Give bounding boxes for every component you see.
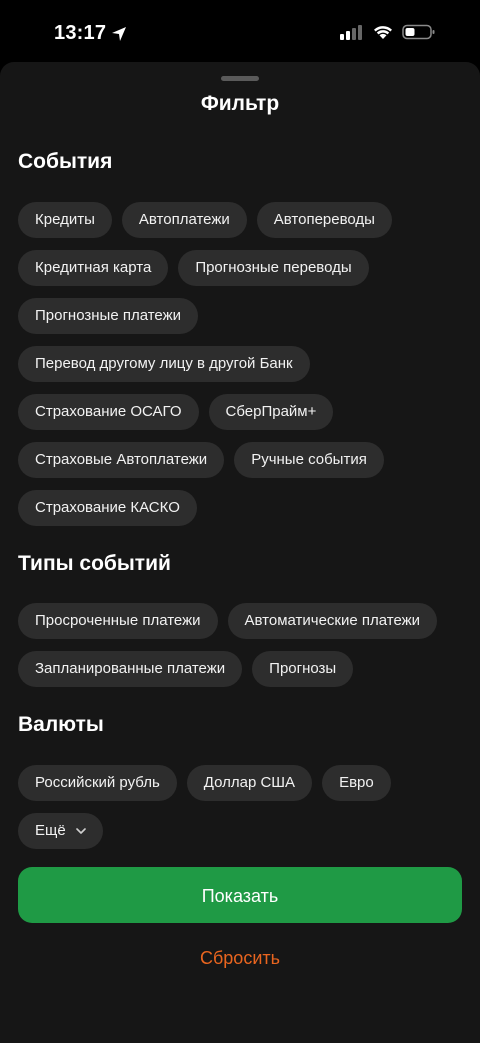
chip-row: Российский рубль Доллар США Евро [18, 765, 391, 801]
sheet-title: Фильтр [200, 92, 280, 115]
sheet-grabber[interactable] [221, 76, 259, 81]
filter-chip-transfer-other-bank[interactable]: Перевод другому лицу в другой Банк [18, 346, 310, 382]
battery-icon [402, 24, 435, 40]
filter-chip-scheduled-payments[interactable]: Запланированные платежи [18, 651, 243, 687]
chip-row: Перевод другому лицу в другой Банк [18, 346, 310, 382]
filter-chip-euro[interactable]: Евро [322, 765, 391, 801]
chip-row: Кредиты Автоплатежи Автопереводы [18, 202, 392, 238]
chip-row: Прогнозные платежи [18, 298, 199, 334]
filter-chip-manual-events[interactable]: Ручные события [234, 442, 384, 478]
status-icons [340, 24, 436, 40]
filter-chip-ruble[interactable]: Российский рубль [18, 765, 177, 801]
filter-chip-credits[interactable]: Кредиты [18, 202, 112, 238]
filter-chip-overdue-payments[interactable]: Просроченные платежи [18, 603, 218, 639]
filter-chip-autopayments[interactable]: Автоплатежи [121, 202, 247, 238]
section-title-currencies: Валюты [18, 713, 104, 736]
filter-chip-credit-card[interactable]: Кредитная карта [18, 250, 169, 286]
filter-chip-insurance-autopayments[interactable]: Страховые Автоплатежи [18, 442, 225, 478]
wifi-icon [374, 26, 392, 39]
chip-row: Страхование ОСАГО СберПрайм+ [18, 394, 334, 430]
filter-sheet: Фильтр События Кредиты Автоплатежи Автоп… [0, 62, 480, 1043]
reset-link[interactable]: Сбросить [0, 948, 480, 969]
chip-row: Просроченные платежи Автоматические плат… [18, 603, 438, 639]
cellular-signal-icon [340, 25, 362, 40]
filter-chip-usd[interactable]: Доллар США [186, 765, 313, 801]
status-time-label: 13:17 [54, 22, 107, 44]
more-currencies-label: Ещё [35, 822, 66, 839]
show-button[interactable]: Показать [18, 867, 462, 923]
chevron-down-icon [75, 828, 86, 834]
more-currencies-chip[interactable]: Ещё [18, 813, 103, 849]
section-title-event-types: Типы событий [18, 552, 171, 575]
filter-chip-automatic-payments[interactable]: Автоматические платежи [227, 603, 438, 639]
section-title-events: События [18, 150, 113, 173]
chip-row: Запланированные платежи Прогнозы [18, 651, 354, 687]
filter-chip-insurance-osago[interactable]: Страхование ОСАГО [18, 394, 199, 430]
status-bar: 13:17 [0, 0, 480, 62]
filter-chip-forecasts[interactable]: Прогнозы [252, 651, 354, 687]
filter-chip-sberprime[interactable]: СберПрайм+ [208, 394, 334, 430]
filter-chip-autotransfers[interactable]: Автопереводы [256, 202, 392, 238]
chip-row: Кредитная карта Прогнозные переводы [18, 250, 369, 286]
status-time: 13:17 [54, 22, 127, 45]
filter-chip-forecast-transfers[interactable]: Прогнозные переводы [178, 250, 369, 286]
filter-chip-forecast-payments[interactable]: Прогнозные платежи [18, 298, 199, 334]
chip-row: Ещё [18, 813, 103, 849]
location-arrow-icon [112, 26, 127, 41]
chip-row: Страховые Автоплатежи Ручные события [18, 442, 384, 478]
chip-row: Страхование КАСКО [18, 490, 197, 526]
filter-chip-insurance-kasko[interactable]: Страхование КАСКО [18, 490, 197, 526]
